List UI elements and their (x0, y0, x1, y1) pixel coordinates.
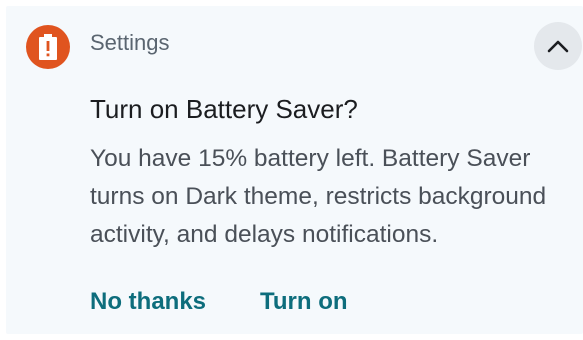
notification-card[interactable]: Settings Turn on Battery Saver? You have… (6, 6, 583, 334)
app-name: Settings (90, 30, 170, 55)
notification-message: You have 15% battery left. Battery Saver… (90, 145, 547, 248)
chevron-up-icon (547, 40, 569, 53)
no-thanks-button[interactable]: No thanks (90, 288, 206, 317)
turn-on-button[interactable]: Turn on (260, 288, 348, 317)
battery-alert-icon (39, 34, 57, 60)
alert-icon (26, 25, 70, 69)
notification-title: Turn on Battery Saver? (90, 94, 358, 124)
collapse-button[interactable] (534, 22, 582, 70)
notification-actions: No thanks Turn on (90, 288, 348, 317)
